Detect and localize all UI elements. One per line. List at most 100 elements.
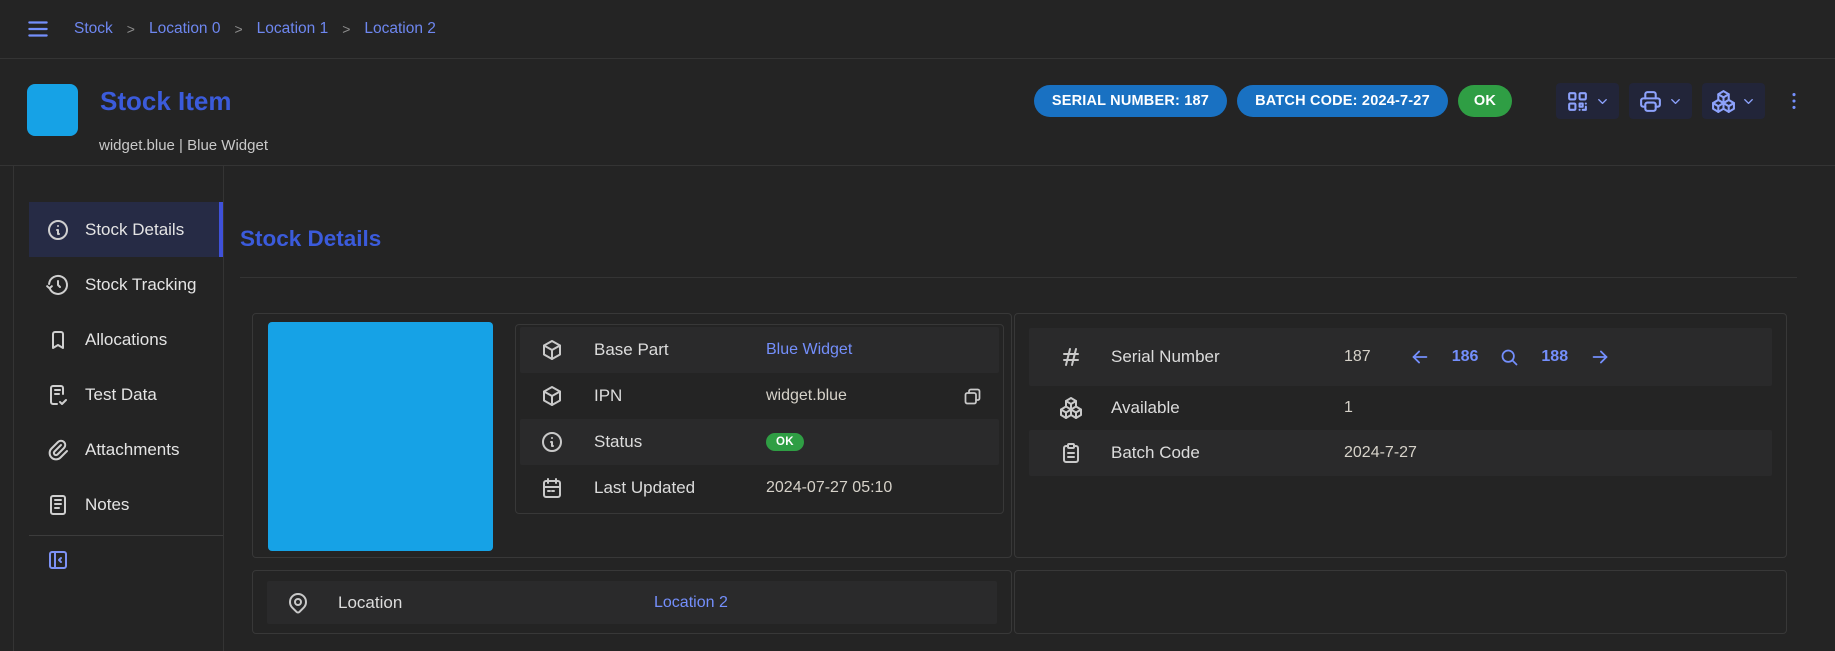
sidebar-item-label: Stock Details: [85, 220, 184, 240]
breadcrumb: Stock > Location 0 > Location 1 > Locati…: [74, 20, 436, 38]
location-link[interactable]: Location 2: [654, 594, 728, 612]
copy-icon: [962, 386, 983, 407]
notes-icon: [46, 493, 70, 517]
sidebar-item-label: Notes: [85, 495, 129, 515]
calendar-icon: [540, 476, 564, 500]
arrow-right-icon: [1589, 346, 1611, 368]
search-serial-button[interactable]: [1499, 347, 1520, 368]
sidebar-item-test-data[interactable]: Test Data: [29, 367, 223, 422]
serial-number-badge: SERIAL NUMBER: 187: [1034, 85, 1227, 117]
serial-number-value: 187: [1344, 348, 1371, 366]
printer-icon: [1638, 89, 1663, 114]
qrcode-icon: [1565, 89, 1590, 114]
status-badge: OK: [766, 433, 804, 451]
ipn-value: widget.blue: [766, 387, 847, 405]
table-row-base-part: Base Part Blue Widget: [520, 327, 999, 373]
clipboard-icon: [1059, 441, 1083, 465]
stock-details-panel: Base Part Blue Widget IPN widget.blue St…: [252, 313, 1012, 558]
sidebar-item-label: Stock Tracking: [85, 275, 197, 295]
table-row-location: Location Location 2: [267, 581, 997, 624]
barcode-actions-button[interactable]: [1556, 83, 1619, 119]
previous-serial-button[interactable]: [1409, 346, 1431, 368]
page-title: Stock Item: [100, 86, 232, 117]
page-subtitle: widget.blue | Blue Widget: [99, 137, 268, 154]
test-report-icon: [46, 383, 70, 407]
search-icon: [1499, 347, 1520, 368]
next-serial-button[interactable]: [1589, 346, 1611, 368]
arrow-left-icon: [1409, 346, 1431, 368]
location-panel: Location Location 2: [252, 570, 1012, 634]
breadcrumb-separator: >: [127, 21, 135, 37]
batch-code-badge: BATCH CODE: 2024-7-27: [1237, 85, 1448, 117]
sidebar-divider: [29, 535, 223, 536]
stock-actions-button[interactable]: [1702, 83, 1765, 119]
print-actions-button[interactable]: [1629, 83, 1692, 119]
hash-icon: [1059, 345, 1083, 369]
paperclip-icon: [46, 438, 70, 462]
row-label: Status: [594, 432, 766, 452]
panel-heading: Stock Details: [240, 226, 381, 252]
copy-button[interactable]: [962, 386, 983, 407]
batch-code-value: 2024-7-27: [1344, 444, 1417, 462]
sidebar-item-label: Allocations: [85, 330, 167, 350]
bookmark-icon: [46, 328, 70, 352]
breadcrumb-stock[interactable]: Stock: [74, 20, 113, 38]
heading-divider: [240, 277, 1797, 278]
table-row-last-updated: Last Updated 2024-07-27 05:10: [520, 465, 999, 511]
row-label: Serial Number: [1111, 347, 1344, 367]
chevron-down-icon: [1595, 94, 1610, 109]
breadcrumb-separator: >: [342, 21, 350, 37]
history-icon: [46, 273, 70, 297]
table-row-serial-number: Serial Number 187 186 188: [1029, 328, 1772, 386]
sidebar-item-stock-details[interactable]: Stock Details: [29, 202, 223, 257]
breadcrumb-location-2[interactable]: Location 2: [364, 20, 436, 38]
sidebar-item-stock-tracking[interactable]: Stock Tracking: [29, 257, 223, 312]
next-serial-link[interactable]: 188: [1541, 348, 1568, 366]
breadcrumb-separator: >: [234, 21, 242, 37]
top-navigation-bar: Stock > Location 0 > Location 1 > Locati…: [0, 0, 1835, 59]
sidebar-collapse-icon: [46, 548, 70, 572]
stock-availability-panel: Serial Number 187 186 188 Available 1: [1014, 313, 1787, 558]
row-label: Last Updated: [594, 478, 766, 498]
row-label: Available: [1111, 398, 1344, 418]
part-details-table: Base Part Blue Widget IPN widget.blue St…: [515, 324, 1004, 514]
box-icon: [540, 384, 564, 408]
serial-navigation: 186 188: [1409, 346, 1611, 368]
map-pin-icon: [286, 591, 310, 615]
status-ok-badge: OK: [1458, 85, 1512, 117]
available-value: 1: [1344, 399, 1353, 417]
chevron-down-icon: [1668, 94, 1683, 109]
row-label: Base Part: [594, 340, 766, 360]
table-row-status: Status OK: [520, 419, 999, 465]
breadcrumb-location-0[interactable]: Location 0: [149, 20, 221, 38]
base-part-link[interactable]: Blue Widget: [766, 341, 852, 359]
info-circle-icon: [46, 218, 70, 242]
table-row-available: Available 1: [1029, 386, 1772, 430]
sidebar-item-label: Attachments: [85, 440, 180, 460]
header-actions: SERIAL NUMBER: 187 BATCH CODE: 2024-7-27…: [1034, 82, 1805, 120]
box-icon: [540, 338, 564, 362]
page-header: Stock Item widget.blue | Blue Widget SER…: [0, 59, 1835, 166]
row-label: Batch Code: [1111, 443, 1344, 463]
sidebar-item-attachments[interactable]: Attachments: [29, 422, 223, 477]
dots-vertical-icon: [1783, 89, 1805, 113]
info-circle-icon: [540, 430, 564, 454]
sidebar-item-notes[interactable]: Notes: [29, 477, 223, 532]
stock-actions-icon: [1711, 89, 1736, 114]
row-label: IPN: [594, 386, 766, 406]
sidebar-item-allocations[interactable]: Allocations: [29, 312, 223, 367]
more-options-button[interactable]: [1783, 89, 1805, 113]
chevron-down-icon: [1741, 94, 1756, 109]
last-updated-value: 2024-07-27 05:10: [766, 479, 892, 497]
sidebar-collapse-button[interactable]: [46, 548, 70, 572]
previous-serial-link[interactable]: 186: [1452, 348, 1479, 366]
menu-icon[interactable]: [24, 16, 52, 42]
sidebar: Stock Details Stock Tracking Allocations…: [13, 166, 224, 651]
stock-item-thumbnail: [27, 84, 78, 136]
sidebar-item-label: Test Data: [85, 385, 157, 405]
empty-panel: [1014, 570, 1787, 634]
table-row-ipn: IPN widget.blue: [520, 373, 999, 419]
packages-icon: [1059, 396, 1083, 420]
stock-item-image[interactable]: [268, 322, 493, 551]
breadcrumb-location-1[interactable]: Location 1: [257, 20, 329, 38]
